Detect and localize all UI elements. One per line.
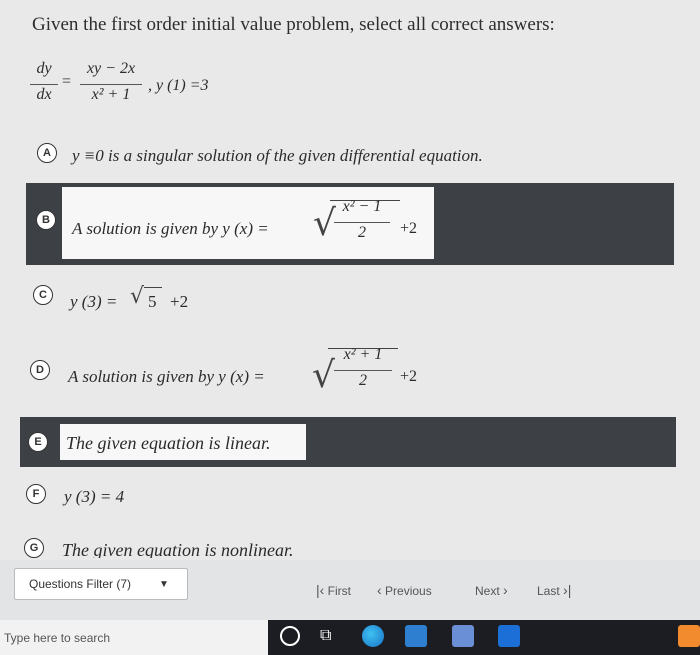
store-icon[interactable]: [405, 625, 427, 647]
mail-icon[interactable]: [498, 625, 520, 647]
chevron-right-icon: ›: [503, 582, 508, 598]
tray-app-icon[interactable]: [678, 625, 700, 647]
cortana-icon[interactable]: [280, 626, 300, 646]
initial-condition: , y (1) =3: [148, 77, 209, 94]
option-f-text[interactable]: y (3) = 4: [64, 487, 124, 507]
option-d-text[interactable]: A solution is given by y (x) =: [68, 367, 265, 387]
last-icon: ›|: [563, 582, 572, 598]
option-d-tail: +2: [400, 368, 418, 385]
chevron-down-icon: ▼: [159, 578, 169, 590]
chevron-left-icon: ‹: [377, 582, 382, 598]
ode-rhs-den: x² + 1: [91, 86, 131, 103]
taskbar-search-placeholder: Type here to search: [4, 630, 111, 645]
option-a-radio[interactable]: A: [37, 143, 57, 163]
option-e-text[interactable]: The given equation is linear.: [66, 433, 270, 454]
option-b-radio[interactable]: B: [36, 210, 56, 230]
ode-lhs: dy dx: [30, 60, 58, 104]
option-d-sqrt-sign: √: [312, 355, 335, 396]
option-b-frac: x² − 1 2: [334, 198, 390, 242]
next-link[interactable]: Next ›: [475, 582, 508, 598]
option-c-sqrt-arg: 5: [148, 292, 157, 311]
ode-rhs-num: xy − 2x: [86, 60, 136, 77]
last-link[interactable]: Last ›|: [537, 582, 571, 598]
question-prompt: Given the first order initial value prob…: [32, 14, 555, 35]
taskbar-search-box[interactable]: Type here to search: [0, 620, 268, 655]
first-link[interactable]: |‹ First: [316, 582, 351, 598]
option-d-radio[interactable]: D: [30, 360, 50, 380]
ode-rhs: xy − 2x x² + 1: [80, 60, 142, 104]
questions-filter-dropdown[interactable]: Questions Filter (7) ▼: [14, 568, 188, 600]
previous-link[interactable]: ‹ Previous: [377, 582, 432, 598]
option-g-text[interactable]: The given equation is nonlinear.: [62, 540, 293, 558]
option-c-text[interactable]: y (3) =: [70, 292, 117, 312]
option-e-radio[interactable]: E: [28, 432, 48, 452]
ode-equals: =: [62, 73, 72, 90]
option-f-radio[interactable]: F: [26, 484, 46, 504]
option-b-sqrt-sign: √: [313, 203, 336, 244]
option-b-frac-den: 2: [358, 224, 366, 241]
option-d-frac: x² + 1 2: [334, 346, 392, 390]
task-view-icon[interactable]: ⧉: [320, 625, 331, 645]
option-a-text[interactable]: y ≡0 is a singular solution of the given…: [72, 146, 483, 166]
first-icon: |‹: [316, 582, 325, 598]
option-g-radio[interactable]: G: [24, 538, 44, 558]
calendar-app-icon[interactable]: [452, 625, 474, 647]
edge-icon[interactable]: [362, 625, 384, 647]
option-g-row[interactable]: G The given equation is nonlinear.: [0, 530, 700, 558]
option-d-frac-num: x² + 1: [343, 346, 383, 363]
option-c-radio[interactable]: C: [33, 285, 53, 305]
option-d-frac-den: 2: [359, 372, 367, 389]
option-b-frac-num: x² − 1: [342, 198, 382, 215]
option-c-tail: +2: [170, 292, 189, 311]
option-c-sqrt-sign: √: [130, 284, 145, 309]
questions-filter-label: Questions Filter (7): [29, 577, 132, 591]
option-b-tail: +2: [400, 220, 418, 237]
ode-lhs-num: dy: [36, 60, 52, 77]
option-b-text[interactable]: A solution is given by y (x) =: [72, 219, 269, 239]
ode-lhs-den: dx: [36, 86, 52, 103]
